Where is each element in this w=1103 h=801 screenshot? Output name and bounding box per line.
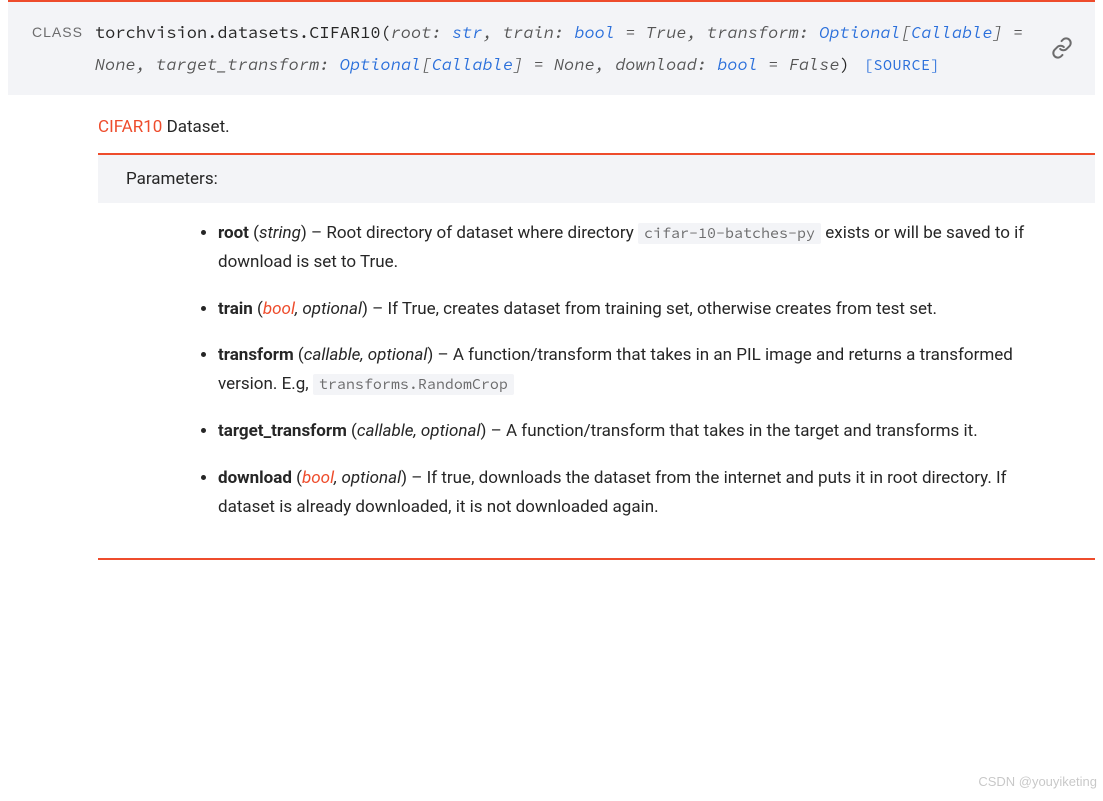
param-type: bool, optional [263, 299, 362, 319]
default-value: False [789, 53, 840, 75]
class-signature-block: CLASS torchvision.datasets.CIFAR10(root:… [8, 0, 1095, 95]
description-text: Dataset. [162, 117, 229, 137]
param-item: train (bool, optional) – If True, create… [218, 295, 1065, 324]
param-name: download [615, 53, 697, 75]
param-item: root (string) – Root directory of datase… [218, 219, 1065, 277]
parameters-header: Parameters: [98, 155, 1095, 203]
type-link[interactable]: bool [717, 53, 758, 75]
param-type: callable, optional [304, 345, 428, 365]
parameters-list: root (string) – Root directory of datase… [98, 219, 1095, 522]
type-link[interactable]: bool [574, 21, 615, 43]
type-external-link[interactable]: bool [302, 468, 334, 488]
param-name: transform [707, 21, 799, 43]
param-type: string [259, 223, 301, 243]
permalink-icon[interactable] [1051, 37, 1073, 59]
cifar10-link[interactable]: CIFAR10 [98, 117, 162, 137]
type-link[interactable]: Callable [432, 53, 514, 75]
inline-code: transforms.RandomCrop [313, 374, 514, 395]
param-name: transform [218, 345, 294, 365]
type-prefix: Optional [340, 53, 422, 75]
param-name: train [218, 299, 253, 319]
default-value: True [646, 21, 687, 43]
type-prefix: Optional [819, 21, 901, 43]
source-link[interactable]: [SOURCE] [864, 56, 940, 75]
param-name: target_transform [218, 421, 347, 441]
parameters-section: Parameters: root (string) – Root directo… [98, 153, 1095, 560]
class-keyword-label: CLASS [32, 16, 83, 81]
param-type: callable, optional [357, 421, 481, 441]
param-name: train [503, 21, 554, 43]
signature-body: torchvision.datasets.CIFAR10(root: str, … [95, 16, 1075, 81]
param-name: download [218, 468, 292, 488]
default-value: None [95, 53, 136, 75]
inline-code: cifar-10-batches-py [638, 223, 821, 244]
type-link[interactable]: Callable [911, 21, 993, 43]
type-link[interactable]: str [452, 21, 483, 43]
class-description: CIFAR10 Dataset. [8, 95, 1095, 153]
type-external-link[interactable]: bool [263, 299, 295, 319]
qualified-name: torchvision.datasets.CIFAR10 [95, 21, 381, 43]
param-item: transform (callable, optional) – A funct… [218, 341, 1065, 399]
default-value: None [554, 53, 595, 75]
param-item: download (bool, optional) – If true, dow… [218, 464, 1065, 522]
param-item: target_transform (callable, optional) – … [218, 417, 1065, 446]
watermark: CSDN @youyiketing [978, 774, 1097, 789]
param-name: root [391, 21, 432, 43]
param-name: target_transform [156, 53, 319, 75]
param-name: root [218, 223, 249, 243]
param-type: bool, optional [302, 468, 401, 488]
